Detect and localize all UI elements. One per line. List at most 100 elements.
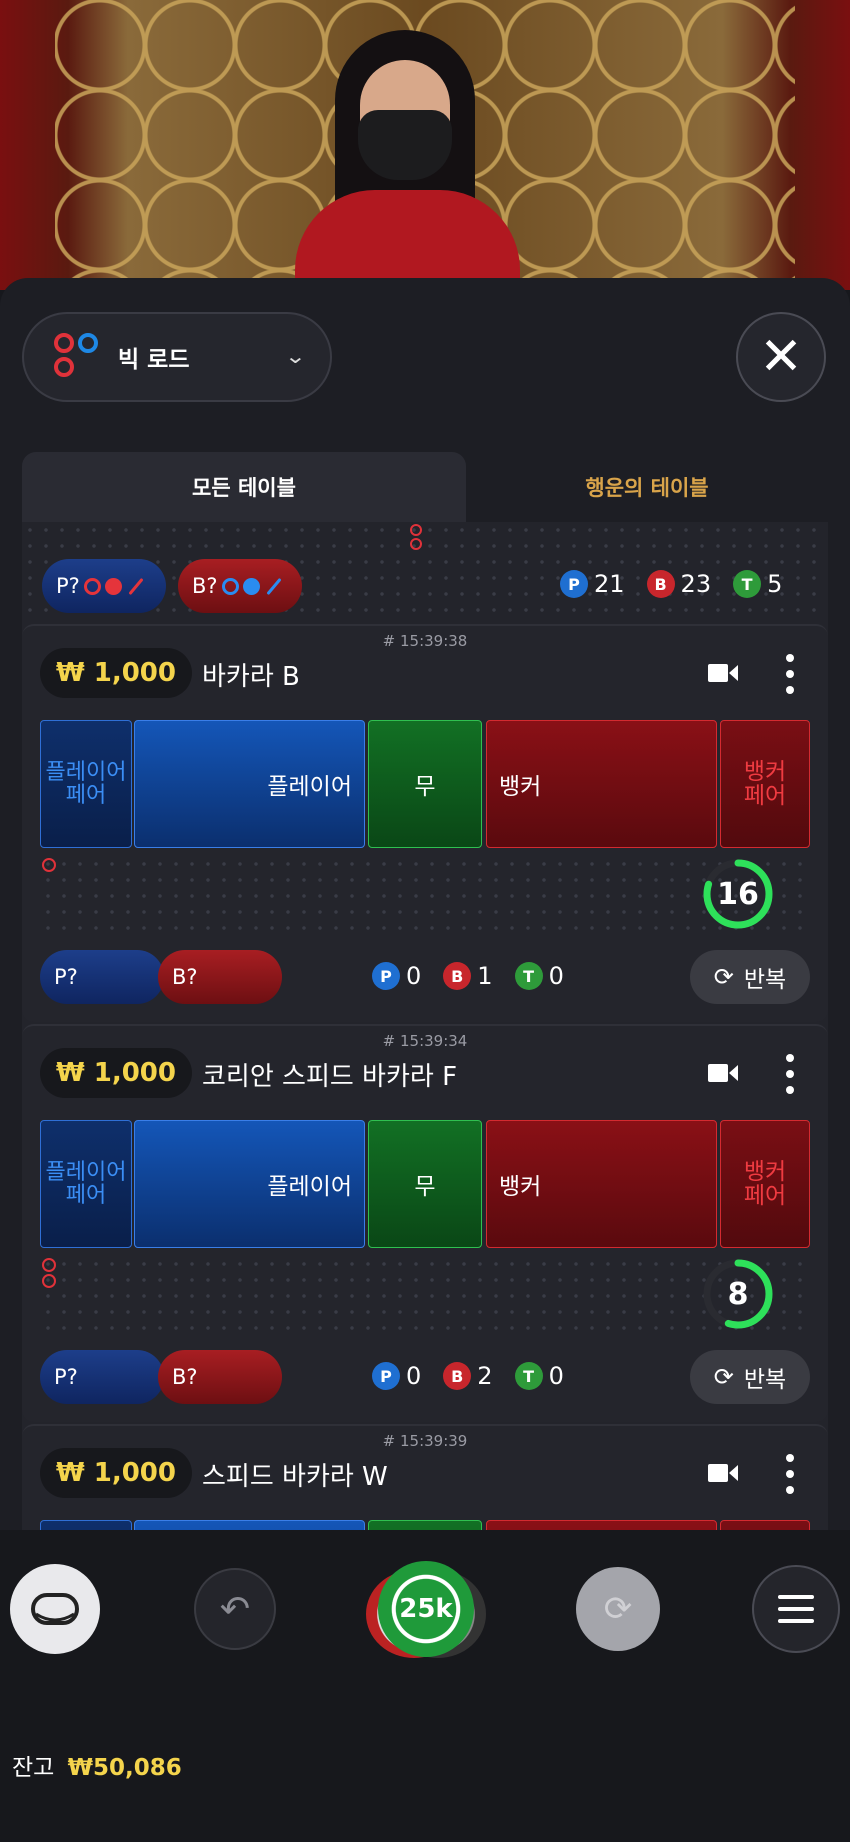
- min-stake-badge: ₩ 1,000: [40, 1448, 192, 1498]
- table-card[interactable]: # 15:39:38 ₩ 1,000 바카라 B 플레이어 페어 플레이어 무 …: [22, 624, 828, 1022]
- repeat-icon: ⟳: [713, 963, 734, 991]
- player-count: 21: [594, 570, 625, 598]
- tie-bet[interactable]: 무: [368, 1120, 482, 1248]
- undo-button[interactable]: ↶: [194, 1568, 276, 1650]
- player-pair-bet[interactable]: 플레이어 페어: [40, 720, 132, 848]
- red-dot-icon: [104, 577, 122, 595]
- more-options-icon[interactable]: [784, 1054, 796, 1094]
- table-name: 코리안 스피드 바카라 F: [202, 1062, 458, 1092]
- undo-icon: ↶: [219, 1588, 251, 1630]
- player-predict-button[interactable]: P?: [40, 1350, 164, 1404]
- table-card[interactable]: # 15:39:34 ₩ 1,000 코리안 스피드 바카라 F 플레이어 페어…: [22, 1024, 828, 1422]
- blue-dot-icon: [242, 577, 260, 595]
- lobby-button[interactable]: [10, 1564, 100, 1654]
- dealer-dress: [295, 190, 520, 290]
- repeat-label: 반복: [743, 967, 787, 993]
- timer-value: 8: [727, 1276, 749, 1312]
- player-bet[interactable]: 플레이어: [134, 1120, 365, 1248]
- blue-slash-icon: [265, 577, 282, 595]
- tie-count: 5: [767, 570, 783, 598]
- live-dealer-video: [0, 0, 850, 290]
- tie-badge: T: [514, 962, 543, 990]
- table-card[interactable]: # 15:39:39 ₩ 1,000 스피드 바카라 W: [22, 1424, 828, 1532]
- banker-badge: B: [443, 1362, 472, 1390]
- player-predict-button[interactable]: P?: [42, 559, 166, 613]
- road-dot: [410, 524, 422, 536]
- road-type-dropdown[interactable]: 빅 로드 ⌄: [22, 312, 332, 402]
- banker-badge: B: [646, 570, 675, 598]
- summary-row: P? B? P 21 B 23 T5: [22, 556, 828, 616]
- close-button[interactable]: ✕: [736, 312, 826, 402]
- repeat-button[interactable]: ⟳ 반복: [690, 950, 810, 1004]
- balance: 잔고 ₩50,086: [12, 1748, 182, 1782]
- min-stake-badge: ₩ 1,000: [40, 1048, 192, 1098]
- banker-count: 1: [477, 962, 493, 990]
- banker-predict-button[interactable]: B?: [158, 950, 282, 1004]
- player-predict-button[interactable]: P?: [40, 950, 164, 1004]
- tie-badge: T: [514, 1362, 543, 1390]
- dealer-mask: [358, 110, 452, 180]
- pill-label: B?: [192, 574, 218, 598]
- tie-badge: T: [733, 570, 762, 598]
- player-bet[interactable]: 플레이어: [134, 720, 365, 848]
- banker-bet[interactable]: 뱅커: [486, 1120, 717, 1248]
- player-count: 0: [406, 1362, 422, 1390]
- chip-value: 25k: [399, 1594, 453, 1624]
- table-tabs: 모든 테이블 행운의 테이블: [22, 452, 828, 522]
- tab-lucky-tables[interactable]: 행운의 테이블: [466, 452, 828, 522]
- result-counts: P0 B2 T0: [372, 1362, 586, 1390]
- tab-all-tables[interactable]: 모든 테이블: [22, 452, 466, 522]
- table-name: 스피드 바카라 W: [202, 1462, 388, 1492]
- bottom-control-bar: ↶ 25k ⟳ 잔고 ₩50,086: [0, 1530, 850, 1842]
- tie-count: 0: [548, 1362, 564, 1390]
- repeat-button[interactable]: ⟳ 반복: [690, 1350, 810, 1404]
- bet-spots: 플레이어 페어 플레이어 무 뱅커 뱅커 페어: [40, 720, 810, 848]
- balance-label: 잔고: [12, 1755, 55, 1781]
- chip-selector[interactable]: 25k: [378, 1561, 474, 1657]
- road-dot: [42, 858, 56, 872]
- blue-ring-icon: [221, 577, 239, 595]
- player-pair-bet[interactable]: 플레이어 페어: [40, 1120, 132, 1248]
- banker-predict-button[interactable]: B?: [178, 559, 302, 613]
- pill-label: P?: [56, 574, 80, 598]
- player-count: 0: [406, 962, 422, 990]
- menu-button[interactable]: [752, 1565, 840, 1653]
- banker-badge: B: [443, 962, 472, 990]
- bet-spots: 플레이어 페어 플레이어 무 뱅커 뱅커 페어: [40, 1120, 810, 1248]
- video-camera-icon[interactable]: [707, 1460, 739, 1486]
- big-road-grid: [40, 856, 810, 936]
- video-camera-icon[interactable]: [707, 1060, 739, 1086]
- tie-bet[interactable]: 무: [368, 720, 482, 848]
- menu-icon: [778, 1595, 814, 1599]
- red-slash-icon: [128, 577, 144, 595]
- repeat-icon: ⟳: [713, 1363, 734, 1391]
- road-dot: [42, 1258, 56, 1272]
- balance-amount: ₩50,086: [67, 1755, 182, 1781]
- min-stake-badge: ₩ 1,000: [40, 648, 192, 698]
- banker-predict-button[interactable]: B?: [158, 1350, 282, 1404]
- road-type-label: 빅 로드: [118, 347, 190, 373]
- countdown-timer: 8: [702, 1258, 774, 1330]
- player-badge: P: [372, 962, 400, 990]
- more-options-icon[interactable]: [784, 1454, 796, 1494]
- player-badge: P: [560, 570, 588, 598]
- table-list[interactable]: P? B? P 21 B 23 T5 # 15:39:38 ₩ 1,000 바카라 …: [22, 522, 828, 1532]
- tie-count: 0: [548, 962, 564, 990]
- banker-pair-bet[interactable]: 뱅커 페어: [720, 720, 810, 848]
- lobby-icon: [31, 1593, 79, 1625]
- big-road-grid: [40, 1256, 810, 1336]
- video-camera-icon[interactable]: [707, 660, 739, 686]
- banker-count: 2: [477, 1362, 493, 1390]
- auto-play-icon: ⟳: [603, 1589, 633, 1629]
- more-options-icon[interactable]: [784, 654, 796, 694]
- table-name: 바카라 B: [202, 662, 300, 692]
- player-badge: P: [372, 1362, 400, 1390]
- road-dot: [42, 1274, 56, 1288]
- road-dot: [410, 538, 422, 550]
- close-icon: ✕: [759, 327, 803, 387]
- banker-pair-bet[interactable]: 뱅커 페어: [720, 1120, 810, 1248]
- chevron-down-icon: ⌄: [284, 344, 307, 368]
- auto-play-button[interactable]: ⟳: [576, 1567, 660, 1651]
- banker-bet[interactable]: 뱅커: [486, 720, 717, 848]
- red-ring-icon: [83, 577, 101, 595]
